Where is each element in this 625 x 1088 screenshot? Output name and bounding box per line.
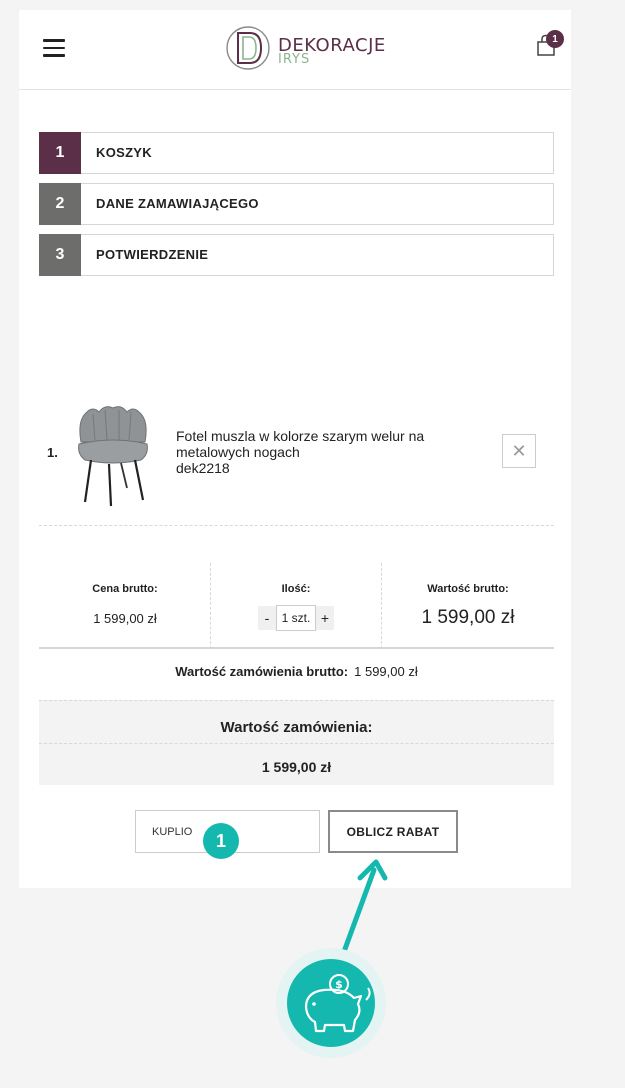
total-price-column: Wartość brutto: 1 599,00 zł [382, 563, 554, 649]
quantity-input[interactable]: 1 szt. [276, 605, 316, 631]
piggy-bank-icon: $ [276, 948, 386, 1058]
step-number: 1 [39, 132, 81, 174]
step-confirmation[interactable]: 3 POTWIERDZENIE [39, 234, 554, 276]
order-summary: Wartość zamówienia: 1 599,00 zł [39, 700, 554, 785]
step-number: 3 [39, 234, 81, 276]
product-name[interactable]: Fotel muszla w kolorze szarym welur na m… [176, 428, 456, 476]
remove-item-button[interactable]: ✕ [502, 434, 536, 468]
divider [39, 525, 554, 526]
quantity-increase-button[interactable]: + [316, 606, 334, 630]
logo[interactable]: DEKORACJE IRYS [226, 24, 386, 72]
quantity-label: Ilość: [281, 583, 311, 595]
step-customer-data[interactable]: 2 DANE ZAMAWIAJĄCEGO [39, 183, 554, 225]
product-index: 1. [47, 445, 58, 460]
site-header: DEKORACJE IRYS 1 [19, 10, 571, 90]
quantity-column: Ilość: - 1 szt. + [211, 563, 381, 649]
order-gross-total: Wartość zamówienia brutto: 1 599,00 zł [39, 664, 554, 679]
total-price-label: Wartość brutto: [427, 583, 509, 595]
total-price-value: 1 599,00 zł [421, 607, 515, 628]
product-image[interactable] [73, 402, 153, 506]
quantity-stepper: - 1 szt. + [211, 605, 381, 631]
cart-count-badge: 1 [546, 30, 564, 48]
unit-price-label: Cena brutto: [92, 583, 158, 595]
order-gross-value: 1 599,00 zł [354, 664, 418, 679]
step-number: 2 [39, 183, 81, 225]
divider [39, 743, 554, 744]
step-marker-badge: 1 [203, 823, 239, 859]
svg-text:$: $ [335, 978, 343, 991]
divider [39, 647, 554, 649]
calculate-discount-button[interactable]: OBLICZ RABAT [328, 810, 458, 853]
menu-icon[interactable] [43, 39, 65, 57]
unit-price-column: Cena brutto: 1 599,00 zł [39, 563, 211, 649]
product-sku: dek2218 [176, 460, 230, 476]
page-card: DEKORACJE IRYS 1 1 KOSZYK 2 DANE ZAMAWIA… [19, 10, 571, 888]
logo-text-bottom: IRYS [278, 52, 311, 67]
step-label: KOSZYK [96, 145, 152, 160]
order-gross-label: Wartość zamówienia brutto: [175, 664, 349, 679]
order-summary-value: 1 599,00 zł [261, 759, 332, 775]
close-icon: ✕ [511, 440, 527, 461]
logo-icon [226, 26, 270, 70]
step-label: POTWIERDZENIE [96, 247, 209, 262]
order-summary-title: Wartość zamówienia: [220, 719, 373, 736]
unit-price-value: 1 599,00 zł [93, 611, 157, 626]
step-label: DANE ZAMAWIAJĄCEGO [96, 196, 259, 211]
quantity-decrease-button[interactable]: - [258, 606, 276, 630]
step-cart[interactable]: 1 KOSZYK [39, 132, 554, 174]
